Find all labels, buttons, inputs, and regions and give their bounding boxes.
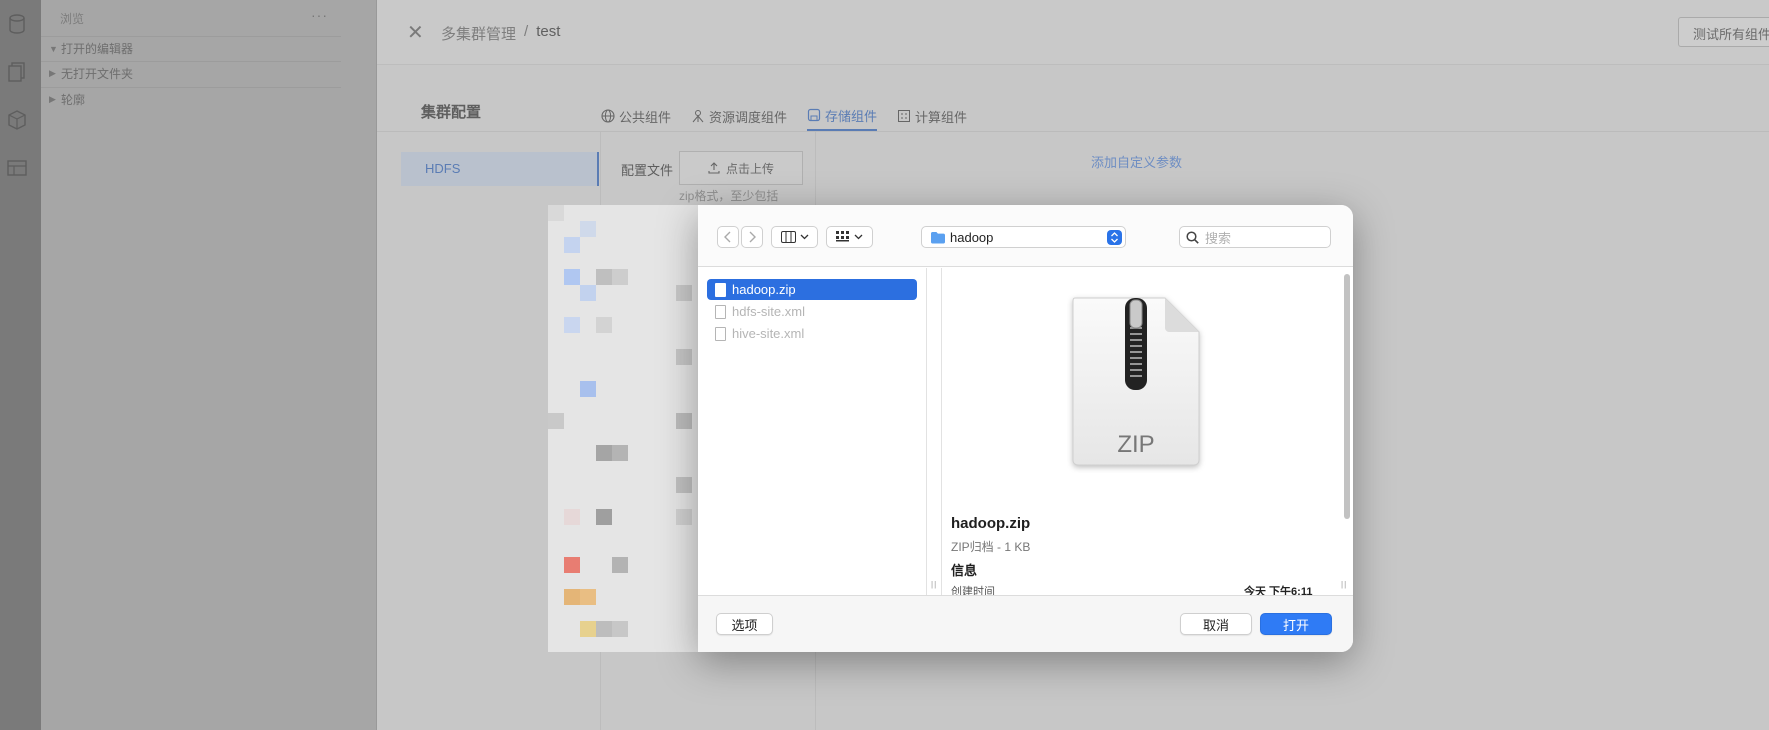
dialog-toolbar: hadoop 搜索 xyxy=(698,205,1353,267)
group-by-button[interactable] xyxy=(826,226,873,248)
columns-view-icon xyxy=(780,231,796,243)
xml-file-icon xyxy=(715,304,726,319)
file-name: hadoop.zip xyxy=(732,282,796,297)
files-icon[interactable] xyxy=(5,60,29,84)
breadcrumb-separator: / xyxy=(524,23,529,40)
config-file-label: 配置文件 xyxy=(621,163,674,178)
file-row-hadoop-zip[interactable]: hadoop.zip xyxy=(707,279,917,300)
section-label: 无打开文件夹 xyxy=(61,67,134,81)
component-tabs: 公共组件 资源调度组件 存储组件 计算组件 xyxy=(601,101,967,131)
column-resize-handle[interactable]: || xyxy=(931,580,937,589)
globe-icon xyxy=(601,109,615,123)
chevron-right-icon: ▶ xyxy=(49,68,56,78)
preview-file-kind: ZIP归档 - 1 KB xyxy=(951,540,1031,554)
close-icon[interactable]: ✕ xyxy=(407,20,424,45)
forward-button[interactable] xyxy=(741,226,763,248)
add-custom-param-link[interactable]: 添加自定义参数 xyxy=(1091,152,1182,171)
tab-label: 公共组件 xyxy=(619,109,672,125)
schedule-icon xyxy=(692,110,704,123)
search-field[interactable]: 搜索 xyxy=(1179,226,1331,248)
zip-archive-icon: ZIP xyxy=(1067,288,1207,473)
chevron-down-icon xyxy=(854,234,863,240)
chevron-left-icon xyxy=(724,231,731,243)
dialog-footer: 选项 取消 打开 xyxy=(698,595,1353,652)
explorer-title: 浏览 xyxy=(60,12,85,26)
file-name: hdfs-site.xml xyxy=(732,304,805,319)
search-icon xyxy=(1186,230,1199,244)
location-stepper-icon xyxy=(1107,230,1122,245)
cube-icon[interactable] xyxy=(5,108,29,132)
scrollbar-thumb[interactable] xyxy=(1344,274,1350,519)
zip-file-icon xyxy=(715,282,726,297)
activity-bar xyxy=(0,0,41,730)
location-popup[interactable]: hadoop xyxy=(921,226,1126,248)
tab-label: 存储组件 xyxy=(825,108,878,124)
preview-pane: ZIP hadoop.zip ZIP归档 - 1 KB 信息 创建时间 今天 下… xyxy=(942,268,1342,598)
section-open-editors[interactable]: ▼ 打开的编辑器 xyxy=(41,36,341,60)
section-label: 打开的编辑器 xyxy=(61,42,134,56)
storage-icon xyxy=(807,108,821,122)
search-placeholder: 搜索 xyxy=(1205,230,1232,246)
xml-file-icon xyxy=(715,326,726,341)
more-actions-button[interactable]: ··· xyxy=(311,7,328,23)
test-all-components-button[interactable]: 测试所有组件连通性 xyxy=(1678,17,1769,47)
preview-scrollbar[interactable] xyxy=(1343,271,1351,591)
zip-format-hint: zip格式，至少包括 xyxy=(679,189,779,203)
tab-label: 计算组件 xyxy=(915,109,968,125)
tab-common-components[interactable]: 公共组件 xyxy=(601,101,671,131)
compute-icon xyxy=(898,110,911,122)
tab-compute-components[interactable]: 计算组件 xyxy=(897,101,967,131)
database-icon[interactable] xyxy=(5,12,29,36)
sidebar-item-hdfs[interactable]: HDFS xyxy=(401,152,599,186)
cluster-config-title: 集群配置 xyxy=(421,104,482,121)
breadcrumb-current: test xyxy=(536,23,561,40)
open-button[interactable]: 打开 xyxy=(1260,613,1332,635)
table-icon[interactable] xyxy=(5,156,29,180)
breadcrumb-parent[interactable]: 多集群管理 xyxy=(441,23,516,44)
cancel-button[interactable]: 取消 xyxy=(1180,613,1252,635)
tabs-divider xyxy=(377,131,1769,132)
file-row-hive-site-xml[interactable]: hive-site.xml xyxy=(707,323,917,344)
file-name: hive-site.xml xyxy=(732,326,805,341)
preview-file-name: hadoop.zip xyxy=(951,515,1031,532)
upload-button[interactable]: 点击上传 xyxy=(679,151,803,185)
file-row-hdfs-site-xml[interactable]: hdfs-site.xml xyxy=(707,301,917,322)
chevron-right-icon: ▶ xyxy=(49,94,56,104)
grid-icon xyxy=(836,231,849,242)
column-resize-handle[interactable]: || xyxy=(1341,580,1347,589)
location-label: hadoop xyxy=(950,229,994,245)
options-button[interactable]: 选项 xyxy=(716,613,773,635)
section-label: 轮廓 xyxy=(61,93,86,107)
folder-icon xyxy=(931,231,945,243)
chevron-down-icon xyxy=(800,234,808,240)
section-no-folder[interactable]: ▶ 无打开文件夹 xyxy=(41,61,341,85)
file-open-dialog: hadoop 搜索 hadoop.zip hdfs-site.xml hive-… xyxy=(698,205,1353,652)
explorer-panel: 浏览 ··· ▼ 打开的编辑器 ▶ 无打开文件夹 ▶ 轮廓 xyxy=(41,0,377,730)
file-list: hadoop.zip hdfs-site.xml hive-site.xml xyxy=(698,268,927,595)
page-header: ✕ 多集群管理 / test 测试所有组件连通性 xyxy=(377,0,1769,65)
view-mode-button[interactable] xyxy=(771,226,818,248)
tab-storage-components[interactable]: 存储组件 xyxy=(807,101,878,131)
chevron-down-icon: ▼ xyxy=(49,43,58,54)
tab-resource-scheduling[interactable]: 资源调度组件 xyxy=(691,101,787,131)
preview-info-heading: 信息 xyxy=(951,563,978,578)
tab-label: 资源调度组件 xyxy=(709,109,788,125)
upload-icon xyxy=(708,162,720,174)
blurred-sidebar xyxy=(548,205,698,652)
svg-text:ZIP: ZIP xyxy=(1117,431,1154,458)
section-outline[interactable]: ▶ 轮廓 xyxy=(41,87,341,111)
back-button[interactable] xyxy=(717,226,739,248)
upload-label: 点击上传 xyxy=(725,161,774,176)
breadcrumb: 多集群管理 / test xyxy=(441,23,560,44)
chevron-right-icon xyxy=(749,231,756,243)
